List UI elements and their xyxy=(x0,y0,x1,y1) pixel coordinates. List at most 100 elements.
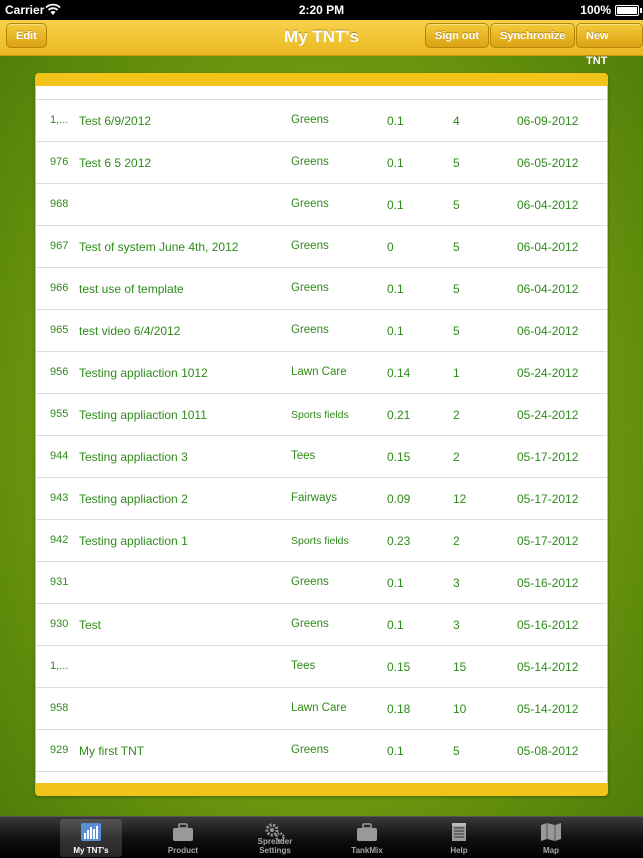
bar-chart-icon xyxy=(80,822,102,842)
row-name: Test 6 5 2012 xyxy=(79,156,152,170)
table-row[interactable]: 968 Greens 0.1 5 06-04-2012 xyxy=(36,184,607,226)
row-rate: 0.15 xyxy=(387,450,411,464)
tab-label: Product xyxy=(167,846,199,855)
table-row[interactable]: 955 Testing appliaction 1011 Sports fields… xyxy=(36,394,607,436)
row-name: test video 6/4/2012 xyxy=(79,324,181,338)
row-id: 929 xyxy=(50,744,69,756)
row-name: Test xyxy=(79,618,102,632)
row-rate: 0.1 xyxy=(387,324,404,338)
table-row[interactable]: 942 Testing appliaction 1 Sports fields 0.2… xyxy=(36,520,607,562)
table-row[interactable]: 1,... Tees 0.15 15 05-14-2012 xyxy=(36,646,607,688)
row-count: 5 xyxy=(453,156,460,170)
tab-label: Help xyxy=(450,846,468,855)
table-row[interactable]: 965 test video 6/4/2012 Greens 0.1 5 06-04-20… xyxy=(36,310,607,352)
row-count: 2 xyxy=(453,408,460,422)
row-count: 5 xyxy=(453,198,460,212)
row-name: Testing appliaction 2 xyxy=(79,492,188,506)
tab-label: My TNT's xyxy=(73,846,109,855)
row-id: 944 xyxy=(50,450,69,462)
row-area: Greens xyxy=(291,114,329,126)
table-row[interactable]: 966 test use of template Greens 0.1 5 06-04-2… xyxy=(36,268,607,310)
row-area: Greens xyxy=(291,240,329,252)
row-date: 06-04-2012 xyxy=(517,324,579,338)
row-area: Greens xyxy=(291,282,329,294)
row-date: 05-14-2012 xyxy=(517,702,579,716)
table-row[interactable]: 967 Test of system June 4th, 2012 Greens 0 5… xyxy=(36,226,607,268)
tab-map[interactable]: Map xyxy=(520,819,582,857)
row-date: 05-17-2012 xyxy=(517,534,579,548)
tab-spreader-settings[interactable]: Spreader Settings xyxy=(244,819,306,857)
row-date: 05-16-2012 xyxy=(517,576,579,590)
row-date: 05-24-2012 xyxy=(517,366,579,380)
row-area: Sports fields xyxy=(291,409,349,421)
row-date: 06-04-2012 xyxy=(517,198,579,212)
row-name: Test of system June 4th, 2012 xyxy=(79,240,239,254)
row-count: 12 xyxy=(453,492,467,506)
battery-percent: 100% xyxy=(580,3,611,17)
row-area: Greens xyxy=(291,198,329,210)
row-area: Tees xyxy=(291,660,316,672)
tab-my-tnt-s[interactable]: My TNT's xyxy=(60,819,122,857)
map-icon xyxy=(540,822,562,842)
tab-product[interactable]: Product xyxy=(152,819,214,857)
row-area: Greens xyxy=(291,324,329,336)
row-date: 06-05-2012 xyxy=(517,156,579,170)
status-bar: Carrier 2:20 PM 100% xyxy=(0,0,643,20)
row-area: Fairways xyxy=(291,492,338,504)
tab-help[interactable]: Help xyxy=(428,819,490,857)
briefcase-icon xyxy=(172,822,194,842)
table-row[interactable]: 1,... Test 6/9/2012 Greens 0.1 4 06-09-2012 xyxy=(36,100,607,142)
row-count: 15 xyxy=(453,660,467,674)
row-id: 942 xyxy=(50,534,69,546)
row-area: Greens xyxy=(291,156,329,168)
row-date: 05-24-2012 xyxy=(517,408,579,422)
tnt-table[interactable]: 1,...Test system June 11, 2012Greens0.15… xyxy=(36,86,607,783)
row-count: 2 xyxy=(453,450,460,464)
table-row[interactable]: 976 Test 6 5 2012 Greens 0.1 5 06-05-2012 xyxy=(36,142,607,184)
row-rate: 0.1 xyxy=(387,198,404,212)
table-row[interactable]: 943 Testing appliaction 2 Fairways 0.09 12 05… xyxy=(36,478,607,520)
row-count: 5 xyxy=(453,240,460,254)
row-id: 1,... xyxy=(50,114,69,126)
table-row[interactable]: 956 Testing appliaction 1012 Lawn Care 0.14… xyxy=(36,352,607,394)
row-area: Greens xyxy=(291,744,329,756)
row-rate: 0.1 xyxy=(387,618,404,632)
row-date: 06-04-2012 xyxy=(517,240,579,254)
new-tnt-button[interactable]: New TNT xyxy=(576,23,643,67)
tab-label: Map xyxy=(543,846,559,855)
table-row[interactable]: 930 Test Greens 0.1 3 05-16-2012 xyxy=(36,604,607,646)
table-row[interactable]: 944 Testing appliaction 3 Tees 0.15 2 05-17-2… xyxy=(36,436,607,478)
row-name: Testing appliaction 1011 xyxy=(79,408,207,422)
sign-out-button[interactable]: Sign out xyxy=(425,23,489,48)
tab-tankmix[interactable]: TankMix xyxy=(336,819,398,857)
row-date: 05-08-2012 xyxy=(517,744,579,758)
row-id: 943 xyxy=(50,492,69,504)
row-name: Testing appliaction 1012 xyxy=(79,366,208,380)
row-id: 955 xyxy=(50,408,69,420)
row-id: 976 xyxy=(50,156,69,168)
row-rate: 0.15 xyxy=(387,660,411,674)
table-row[interactable]: 958 Lawn Care 0.18 10 05-14-2012 xyxy=(36,688,607,730)
nav-bar: Edit My TNT's Sign out Synchronize New T… xyxy=(0,20,643,67)
row-rate: 0.23 xyxy=(387,534,411,548)
row-id: 931 xyxy=(50,576,69,588)
table-row[interactable]: 931 Greens 0.1 3 05-16-2012 xyxy=(36,562,607,604)
row-area: Lawn Care xyxy=(291,702,347,714)
row-id: 1,... xyxy=(50,660,69,672)
row-count: 3 xyxy=(453,576,460,590)
row-id: 965 xyxy=(50,324,69,336)
row-rate: 0.1 xyxy=(387,156,404,170)
row-name: Test 6/9/2012 xyxy=(79,114,152,128)
row-area: Tees xyxy=(291,450,316,462)
synchronize-button[interactable]: Synchronize xyxy=(490,23,576,48)
battery-icon xyxy=(615,5,642,16)
row-count: 5 xyxy=(453,282,460,296)
tab-bar: My TNT's Product Spreader Settings TankMix H… xyxy=(0,816,643,858)
table-row[interactable]: 929 My first TNT Greens 0.1 5 05-08-2012 xyxy=(36,730,607,772)
row-date: 05-14-2012 xyxy=(517,660,579,674)
table-row[interactable]: 1,...Test system June 11, 2012Greens0.15… xyxy=(36,86,607,100)
tnt-list-panel: 1,...Test system June 11, 2012Greens0.15… xyxy=(35,73,608,796)
row-rate: 0.1 xyxy=(387,282,404,296)
row-name: Testing appliaction 1 xyxy=(79,534,188,548)
row-id: 967 xyxy=(50,240,69,252)
